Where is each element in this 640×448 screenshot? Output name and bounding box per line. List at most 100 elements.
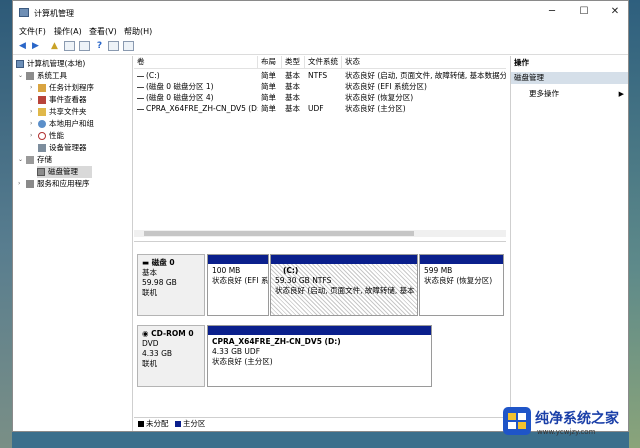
show-hide-tree-icon[interactable]	[64, 41, 75, 51]
collapse-chevron-icon[interactable]: ⌄	[18, 70, 26, 82]
computer-icon	[16, 60, 24, 68]
properties-icon[interactable]	[79, 41, 90, 51]
column-header-volume[interactable]: 卷	[134, 56, 258, 68]
menu-help[interactable]: 帮助(H)	[124, 26, 152, 37]
more-actions-item[interactable]: 更多操作 ▶	[511, 88, 628, 100]
disk-size: 4.33 GB	[142, 349, 173, 358]
legend-swatch-primary	[174, 421, 181, 427]
tree-system-tools[interactable]: ⌄ 系统工具	[18, 70, 67, 82]
volume-type: 基本	[285, 71, 300, 80]
collapse-chevron-icon[interactable]: ⌄	[18, 154, 26, 166]
services-icon	[26, 180, 34, 188]
menu-file[interactable]: 文件(F)	[19, 26, 46, 37]
folder-up-icon[interactable]: ▲	[49, 41, 60, 51]
partition-c[interactable]: (C:) 59.30 GB NTFS 状态良好 (启动, 页面文件, 故障转储,…	[270, 254, 418, 316]
tree-storage[interactable]: ⌄ 存储	[18, 154, 52, 166]
volume-row[interactable]: (磁盘 0 磁盘分区 4) 简单 基本 状态良好 (恢复分区)	[134, 93, 506, 103]
disk-management-pane: 卷 布局 类型 文件系统 状态 (C:) 简单 基本 NTFS 状态良好 (启动…	[134, 56, 510, 431]
horizontal-scrollbar[interactable]	[134, 230, 506, 237]
volume-icon	[137, 97, 144, 99]
volume-layout: 简单	[261, 82, 276, 91]
column-header-filesystem[interactable]: 文件系统	[305, 56, 342, 68]
tree-item-local-users[interactable]: › 本地用户和组	[30, 118, 94, 130]
minimize-button[interactable]: ─	[539, 4, 565, 20]
console-icon[interactable]	[123, 41, 134, 51]
disk-state: 联机	[142, 359, 157, 368]
column-header-layout[interactable]: 布局	[258, 56, 282, 68]
volume-type: 基本	[285, 104, 300, 113]
partition-bar	[208, 326, 431, 335]
partition-size: 59.30 GB NTFS	[275, 276, 332, 285]
close-button[interactable]: ✕	[602, 4, 628, 20]
legend-unallocated: 未分配	[146, 419, 169, 428]
expand-chevron-icon[interactable]: ›	[30, 130, 38, 142]
expand-chevron-icon[interactable]: ›	[30, 118, 38, 130]
expand-chevron-icon[interactable]: ›	[30, 106, 38, 118]
volume-row[interactable]: CPRA_X64FRE_ZH-CN_DV5 (D:) 简单 基本 UDF 状态良…	[134, 104, 506, 114]
disk-0-info[interactable]: ▬ 磁盘 0 基本 59.98 GB 联机	[137, 254, 205, 316]
volume-status: 状态良好 (启动, 页面文件, 故障转储, 基本数据分	[345, 71, 506, 80]
tree-item-label: 性能	[49, 131, 64, 140]
partition-bar	[271, 255, 417, 264]
forward-arrow-icon[interactable]: ▶	[30, 41, 41, 51]
column-header-status[interactable]: 状态	[342, 56, 506, 68]
back-arrow-icon[interactable]: ◀	[17, 41, 28, 51]
menu-action[interactable]: 操作(A)	[54, 26, 82, 37]
desktop-background-left	[0, 0, 12, 448]
tree-item-performance[interactable]: › 性能	[30, 130, 64, 142]
partition-efi[interactable]: 100 MB 状态良好 (EFI 系	[207, 254, 269, 316]
users-icon	[38, 120, 46, 128]
tree-item-device-manager[interactable]: 设备管理器	[38, 142, 87, 154]
cdrom-0-info[interactable]: ◉ CD-ROM 0 DVD 4.33 GB 联机	[137, 325, 205, 387]
tree-item-task-scheduler[interactable]: › 任务计划程序	[30, 82, 94, 94]
volume-status: 状态良好 (EFI 系统分区)	[345, 82, 427, 91]
tree-system-tools-label: 系统工具	[37, 71, 67, 80]
partition-recovery[interactable]: 599 MB 状态良好 (恢复分区)	[419, 254, 504, 316]
volume-list-header: 卷 布局 类型 文件系统 状态	[134, 56, 506, 69]
volume-row[interactable]: (C:) 简单 基本 NTFS 状态良好 (启动, 页面文件, 故障转储, 基本…	[134, 71, 506, 81]
tree-item-label: 共享文件夹	[49, 107, 87, 116]
tree-item-label: 本地用户和组	[49, 119, 94, 128]
watermark-title: 纯净系统之家	[535, 411, 619, 427]
submenu-arrow-icon: ▶	[618, 90, 624, 98]
view-icon[interactable]	[108, 41, 119, 51]
shared-folder-icon	[38, 108, 46, 116]
menu-view[interactable]: 查看(V)	[89, 26, 117, 37]
volume-layout: 简单	[261, 104, 276, 113]
tree-services[interactable]: › 服务和应用程序	[18, 178, 90, 190]
tree-item-shared-folders[interactable]: › 共享文件夹	[30, 106, 87, 118]
column-header-type[interactable]: 类型	[282, 56, 305, 68]
tree-root[interactable]: 计算机管理(本地)	[16, 58, 85, 70]
partition-d[interactable]: CPRA_X64FRE_ZH-CN_DV5 (D:) 4.33 GB UDF 状…	[207, 325, 432, 387]
title-bar: 计算机管理 ─ ☐ ✕	[13, 1, 628, 25]
horizontal-scrollbar-thumb[interactable]	[144, 231, 414, 236]
tree-item-disk-management[interactable]: 磁盘管理	[37, 166, 92, 178]
storage-icon	[26, 156, 34, 164]
tree-item-label: 磁盘管理	[48, 167, 78, 176]
volume-status: 状态良好 (恢复分区)	[345, 93, 414, 102]
help-icon[interactable]: ?	[94, 41, 105, 51]
actions-section-disk-management[interactable]: 磁盘管理	[511, 72, 628, 84]
expand-chevron-icon[interactable]: ›	[30, 82, 38, 94]
legend-swatch-unallocated	[138, 421, 144, 427]
expand-chevron-icon[interactable]: ›	[30, 94, 38, 106]
computer-management-icon	[19, 8, 29, 17]
site-watermark: 纯净系统之家 www.ycwjzy.com	[502, 404, 636, 444]
partition-status: 状态良好 (启动, 页面文件, 故障转储, 基本	[275, 286, 415, 295]
volume-name: CPRA_X64FRE_ZH-CN_DV5 (D:)	[146, 104, 258, 113]
disk-state: 联机	[142, 288, 157, 297]
tools-icon	[26, 72, 34, 80]
volume-icon	[137, 75, 144, 77]
partition-status: 状态良好 (EFI 系	[212, 276, 269, 285]
tree-storage-label: 存储	[37, 155, 52, 164]
tree-item-event-viewer[interactable]: › 事件查看器	[30, 94, 87, 106]
partition-bar	[208, 255, 268, 264]
expand-chevron-icon[interactable]: ›	[18, 178, 26, 190]
volume-row[interactable]: (磁盘 0 磁盘分区 1) 简单 基本 状态良好 (EFI 系统分区)	[134, 82, 506, 92]
more-actions-label: 更多操作	[529, 89, 559, 98]
legend-primary: 主分区	[182, 419, 206, 428]
maximize-button[interactable]: ☐	[571, 4, 597, 20]
navigation-tree: 计算机管理(本地) ⌄ 系统工具 › 任务计划程序 › 事件查看器 › 共享文件夹 › 本…	[13, 56, 133, 431]
volume-name: (C:)	[146, 71, 160, 80]
watermark-logo-icon	[503, 407, 531, 435]
